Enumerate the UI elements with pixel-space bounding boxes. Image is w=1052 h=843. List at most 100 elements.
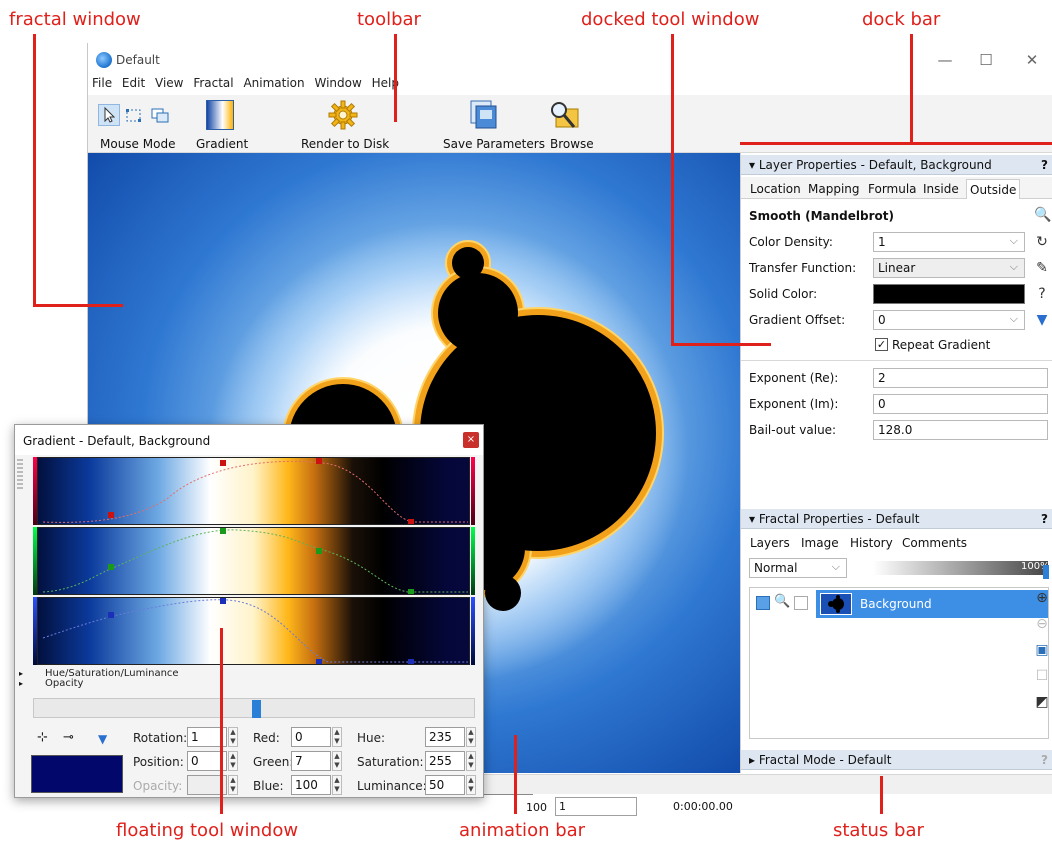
add-point-icon[interactable]: ⊹ (37, 730, 48, 745)
formula-browse-icon[interactable]: 🔍 (1034, 207, 1051, 223)
menu-animation[interactable]: Animation (243, 76, 304, 90)
tab-image[interactable]: Image (798, 533, 842, 553)
remove-point-icon[interactable]: ⊸ (63, 730, 74, 745)
hue-field[interactable]: 235 (425, 727, 465, 747)
render-to-disk-label[interactable]: Render to Disk (301, 137, 389, 151)
close-window-button[interactable]: ✕ (1018, 49, 1046, 71)
menu-bar: File Edit View Fractal Animation Window … (88, 76, 1052, 94)
repeat-gradient-label: Repeat Gradient (892, 338, 991, 352)
saturation-spinner[interactable]: ▲ ▼ (466, 751, 476, 771)
solid-color-swatch[interactable] (873, 284, 1025, 304)
blue-triangle-icon[interactable]: ▼ (98, 732, 107, 746)
save-parameters-label[interactable]: Save Parameters (443, 137, 545, 151)
exponent-re-field[interactable]: 2 (873, 368, 1048, 388)
opacity-expand-icon[interactable]: ▸ (19, 679, 23, 688)
gradient-title-bar[interactable]: Gradient - Default, Background × (15, 425, 483, 455)
red-spinner[interactable]: ▲ ▼ (332, 727, 342, 747)
gradient-close-button[interactable]: × (463, 432, 479, 448)
tab-mapping[interactable]: Mapping (805, 179, 863, 199)
expand-icon[interactable]: ▸ (749, 753, 759, 767)
tab-formula[interactable]: Formula (865, 179, 920, 199)
gradient-position-thumb[interactable] (252, 700, 261, 718)
green-field[interactable]: 7 (291, 751, 331, 771)
save-parameters-icon[interactable] (469, 99, 499, 131)
callout-toolbar: toolbar (357, 9, 421, 30)
luminance-field[interactable]: 50 (425, 775, 465, 795)
select-rect-icon[interactable] (124, 106, 144, 126)
fractal-mode-header[interactable]: ▸ Fractal Mode - Default ? (741, 750, 1052, 770)
collapse-icon[interactable]: ▾ (749, 158, 759, 172)
layer-lock-checkbox[interactable] (794, 596, 808, 610)
gradient-button-icon[interactable] (206, 100, 234, 130)
collapse-icon[interactable]: ▾ (749, 512, 759, 526)
hsl-expand-icon[interactable]: ▸ (19, 669, 23, 678)
tab-inside[interactable]: Inside (920, 179, 962, 199)
tab-layers[interactable]: Layers (747, 533, 793, 553)
blue-spinner[interactable]: ▲ ▼ (332, 775, 342, 795)
add-mask-icon[interactable]: ▣ (1034, 642, 1050, 658)
green-channel-strip[interactable] (37, 527, 470, 595)
callout-dock-bar: dock bar (862, 9, 941, 30)
frame-field[interactable]: 1 (555, 797, 637, 816)
menu-window[interactable]: Window (314, 76, 361, 90)
menu-fractal[interactable]: Fractal (193, 76, 233, 90)
dropdown-triangle-icon[interactable]: ▼ (1034, 312, 1050, 328)
gradient-button-label[interactable]: Gradient (196, 137, 248, 151)
green-spinner[interactable]: ▲ ▼ (332, 751, 342, 771)
callout-fractal-window: fractal window (9, 9, 141, 30)
hue-spinner[interactable]: ▲ ▼ (466, 727, 476, 747)
hue-label: Hue: (357, 731, 386, 745)
help-icon[interactable]: ? (1041, 509, 1048, 529)
tab-history[interactable]: History (847, 533, 896, 553)
color-swatch[interactable] (31, 755, 123, 793)
gradient-offset-field[interactable]: 0 (873, 310, 1025, 330)
minimize-button[interactable]: — (931, 49, 959, 71)
help-icon[interactable]: ? (1041, 155, 1048, 175)
reset-icon[interactable]: ↻ (1034, 234, 1050, 250)
remove-layer-icon[interactable]: ⊖ (1034, 616, 1050, 632)
question-icon[interactable]: ? (1034, 286, 1050, 302)
opacity-slider-handle[interactable] (1043, 565, 1049, 579)
repeat-gradient-checkbox[interactable]: ✓ (875, 338, 888, 351)
merge-layer-icon[interactable]: ◩ (1034, 694, 1050, 710)
blend-mode-select[interactable]: Normal (749, 558, 847, 578)
saturation-label: Saturation: (357, 755, 424, 769)
transfer-function-select[interactable]: Linear (873, 258, 1025, 278)
callout-line (220, 628, 223, 814)
blue-field[interactable]: 100 (291, 775, 331, 795)
add-layer-icon[interactable]: ⊕ (1034, 590, 1050, 606)
callout-line (910, 34, 913, 144)
rotation-spinner[interactable]: ▲ ▼ (228, 727, 238, 747)
window-select-icon[interactable] (150, 106, 170, 126)
menu-edit[interactable]: Edit (122, 76, 145, 90)
red-field[interactable]: 0 (291, 727, 331, 747)
tab-outside[interactable]: Outside (966, 179, 1021, 199)
maximize-button[interactable]: ☐ (972, 49, 1000, 71)
help-icon[interactable]: ? (1041, 750, 1048, 770)
tab-comments[interactable]: Comments (899, 533, 970, 553)
select-arrow-icon[interactable] (98, 104, 120, 126)
grip-handle[interactable] (17, 459, 23, 489)
edit-icon[interactable]: ✎ (1034, 260, 1050, 276)
layer-options-icon[interactable]: ☐ (1034, 668, 1050, 684)
layer-visible-icon[interactable] (756, 596, 770, 610)
saturation-field[interactable]: 255 (425, 751, 465, 771)
luminance-spinner[interactable]: ▲ ▼ (466, 775, 476, 795)
exponent-im-field[interactable]: 0 (873, 394, 1048, 414)
blue-channel-strip[interactable] (37, 597, 470, 665)
green-channel-bar-right (471, 527, 475, 595)
menu-file[interactable]: File (92, 76, 112, 90)
layer-zoom-icon[interactable]: 🔍 (774, 594, 790, 609)
tab-location[interactable]: Location (747, 179, 804, 199)
browse-label[interactable]: Browse (550, 137, 594, 151)
layer-properties-header[interactable]: ▾ Layer Properties - Default, Background… (741, 155, 1052, 175)
position-spinner[interactable]: ▲ ▼ (228, 751, 238, 771)
browse-icon[interactable] (548, 99, 580, 131)
menu-view[interactable]: View (155, 76, 183, 90)
color-density-field[interactable]: 1 (873, 232, 1025, 252)
fractal-properties-header[interactable]: ▾ Fractal Properties - Default ? (741, 509, 1052, 529)
bailout-field[interactable]: 128.0 (873, 420, 1048, 440)
red-channel-strip[interactable] (37, 457, 470, 525)
opacity-spinner[interactable]: ▲ ▼ (228, 775, 238, 795)
gear-icon[interactable] (327, 99, 359, 131)
